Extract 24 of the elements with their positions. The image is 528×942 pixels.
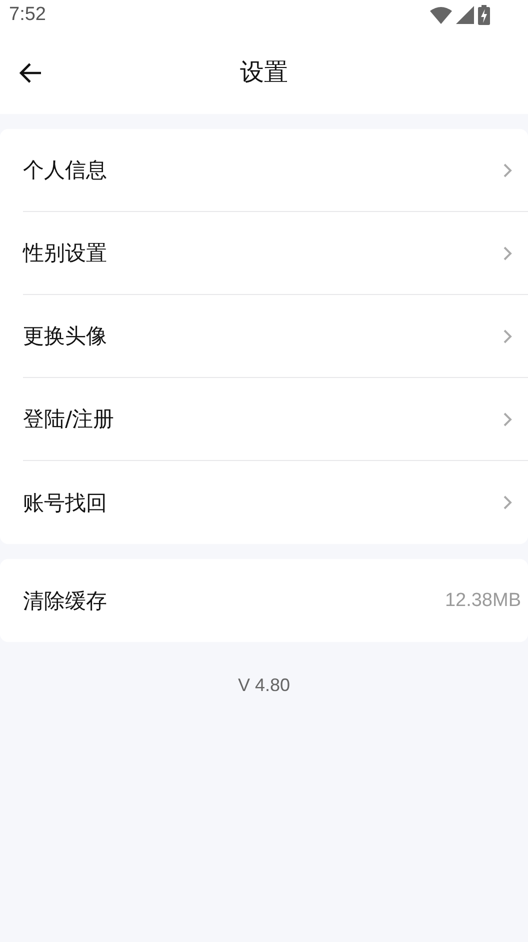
version-text: V 4.80: [238, 675, 290, 696]
settings-row[interactable]: 账号找回: [23, 461, 528, 544]
battery-icon: [478, 5, 490, 25]
back-arrow-icon: [19, 61, 43, 85]
row-label: 更换头像: [23, 323, 107, 350]
status-time: 7:52: [9, 4, 46, 26]
settings-row[interactable]: 性别设置: [23, 212, 528, 295]
cache-size: 12.38MB: [444, 590, 521, 612]
settings-row[interactable]: 更换头像: [23, 295, 528, 378]
chevron-right-icon: [503, 246, 512, 260]
page-title: 设置: [240, 57, 288, 88]
chevron-right-icon: [503, 162, 512, 178]
row-label: 登陆/注册: [23, 406, 114, 433]
row-label: 性别设置: [23, 240, 107, 267]
chevron-right-icon: [503, 412, 512, 426]
row-label: 账号找回: [23, 490, 107, 516]
settings-row[interactable]: 登陆/注册: [23, 378, 528, 461]
chevron-right-icon: [503, 328, 512, 344]
chevron-right-icon: [503, 495, 512, 510]
settings-row[interactable]: 个人信息: [23, 129, 528, 212]
row-label: 清除缓存: [23, 588, 107, 614]
row-label: 个人信息: [23, 157, 107, 184]
wifi-icon: [430, 6, 452, 24]
signal-icon: [456, 6, 474, 24]
